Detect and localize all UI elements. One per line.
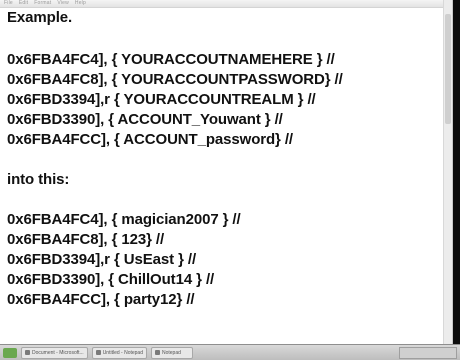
menu-view[interactable]: View xyxy=(57,0,69,7)
document-line-heading: Example. xyxy=(7,9,73,26)
taskbar-item-notepad[interactable]: Notepad xyxy=(151,346,193,359)
document-line: 0x6FBA4FC4], { magician2007 } // xyxy=(7,211,241,228)
menu-help[interactable]: Help xyxy=(75,0,86,7)
start-button-icon[interactable] xyxy=(3,347,17,358)
document-line: 0x6FBD3390], { ACCOUNT_Youwant } // xyxy=(7,111,283,128)
scrollbar-thumb[interactable] xyxy=(445,14,451,124)
taskbar-item-word[interactable]: Document - Microsoft... xyxy=(21,346,88,359)
menu-file[interactable]: File xyxy=(4,0,13,7)
document-line: 0x6FBD3394],r { YOURACCOUNTREALM } // xyxy=(7,91,316,108)
document-line: 0x6FBA4FC8], { 123} // xyxy=(7,231,165,248)
taskbar: Document - Microsoft... Untitled - Notep… xyxy=(0,344,460,360)
document-line: 0x6FBA4FCC], { party12} // xyxy=(7,291,195,308)
document-line: 0x6FBA4FC4], { YOURACCOUTNAMEHERE } // xyxy=(7,51,335,68)
taskbar-item-label: Untitled - Notepad xyxy=(102,349,143,356)
notepad-icon xyxy=(95,350,101,355)
document-icon xyxy=(25,350,30,355)
taskbar-item-untitled[interactable]: Untitled - Notepad xyxy=(91,346,147,359)
desktop-screen: File Edit Format View Help Example. 0x6F… xyxy=(0,0,460,360)
taskbar-item-label: Document - Microsoft... xyxy=(32,349,84,356)
menu-format[interactable]: Format xyxy=(34,0,51,7)
document-line: 0x6FBA4FC8], { YOURACCOUNTPASSWORD} // xyxy=(7,71,343,88)
notepad-icon xyxy=(155,350,160,355)
document-line: 0x6FBA4FCC], { ACCOUNT_password} // xyxy=(7,131,293,148)
document-line: 0x6FBD3394],r { UsEast } // xyxy=(7,251,197,268)
text-document[interactable]: Example. 0x6FBA4FC4], { YOURACCOUTNAMEHE… xyxy=(0,8,440,344)
vertical-scrollbar[interactable] xyxy=(443,0,452,344)
menu-edit[interactable]: Edit xyxy=(19,0,28,7)
system-tray xyxy=(399,346,457,359)
taskbar-item-label: Notepad xyxy=(162,349,181,356)
document-line-subheading: into this: xyxy=(7,171,70,188)
menu-bar: File Edit Format View Help xyxy=(0,0,452,8)
document-line: 0x6FBD3390], { ChillOut14 } // xyxy=(7,271,215,288)
notepad-window: File Edit Format View Help Example. 0x6F… xyxy=(0,0,453,344)
